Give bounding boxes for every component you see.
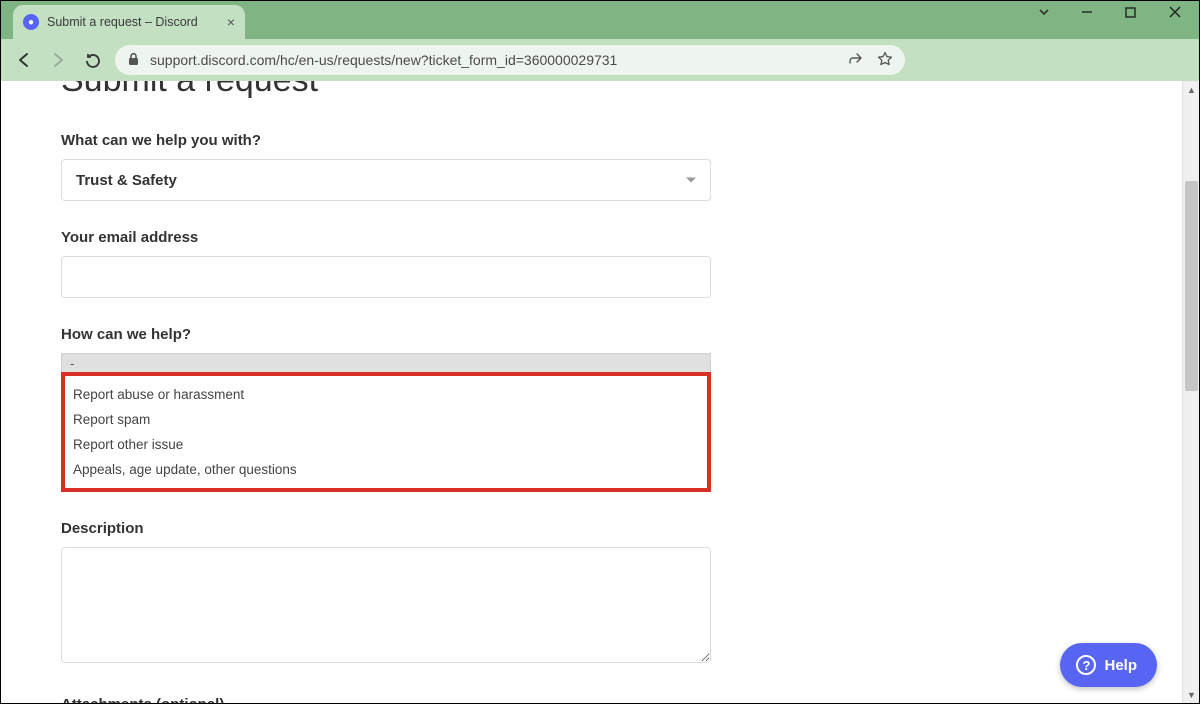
scroll-up-arrow-icon[interactable]: ▲ bbox=[1183, 81, 1199, 98]
help-question-icon: ? bbox=[1076, 655, 1096, 675]
what-help-value: Trust & Safety bbox=[76, 172, 177, 189]
tab-title: Submit a request – Discord bbox=[47, 15, 219, 29]
tab-strip: ● Submit a request – Discord × bbox=[1, 1, 1199, 39]
discord-favicon-icon: ● bbox=[23, 14, 39, 30]
description-textarea[interactable] bbox=[61, 547, 711, 663]
close-tab-icon[interactable]: × bbox=[227, 14, 235, 30]
how-help-option[interactable]: Report abuse or harassment bbox=[65, 382, 707, 407]
scroll-down-arrow-icon[interactable]: ▼ bbox=[1183, 686, 1199, 703]
browser-toolbar: support.discord.com/hc/en-us/requests/ne… bbox=[1, 39, 1199, 81]
minimize-button[interactable] bbox=[1081, 6, 1105, 18]
how-help-option[interactable]: Appeals, age update, other questions bbox=[65, 457, 707, 482]
email-input[interactable] bbox=[61, 256, 711, 298]
vertical-scrollbar[interactable]: ▲ ▼ bbox=[1182, 81, 1199, 703]
close-window-button[interactable] bbox=[1169, 6, 1193, 18]
page-content: Submit a request What can we help you wi… bbox=[1, 81, 1199, 703]
how-help-option[interactable]: Report other issue bbox=[65, 432, 707, 457]
how-help-label: How can we help? bbox=[61, 326, 1139, 343]
how-help-options-list: Report abuse or harassment Report spam R… bbox=[61, 372, 711, 492]
description-label: Description bbox=[61, 520, 1139, 537]
lock-icon bbox=[127, 52, 140, 69]
reload-button[interactable] bbox=[81, 49, 103, 71]
attachments-label: Attachments (optional) bbox=[61, 696, 1139, 703]
address-bar[interactable]: support.discord.com/hc/en-us/requests/ne… bbox=[115, 45, 905, 75]
browser-tab[interactable]: ● Submit a request – Discord × bbox=[13, 5, 245, 39]
how-help-selected[interactable]: - bbox=[61, 353, 711, 373]
what-help-select[interactable]: Trust & Safety bbox=[61, 159, 711, 201]
window-controls bbox=[1037, 5, 1193, 19]
email-label: Your email address bbox=[61, 229, 1139, 246]
bookmark-star-icon[interactable] bbox=[877, 51, 893, 70]
forward-button[interactable] bbox=[47, 49, 69, 71]
help-widget-button[interactable]: ? Help bbox=[1060, 643, 1157, 687]
url-text: support.discord.com/hc/en-us/requests/ne… bbox=[150, 52, 837, 68]
share-icon[interactable] bbox=[847, 51, 863, 70]
tabs-dropdown-icon[interactable] bbox=[1037, 5, 1061, 19]
how-help-option[interactable]: Report spam bbox=[65, 407, 707, 432]
page-title: Submit a request bbox=[61, 81, 1139, 100]
page-viewport: Submit a request What can we help you wi… bbox=[1, 81, 1199, 703]
how-help-select[interactable]: - Report abuse or harassment Report spam… bbox=[61, 353, 711, 492]
browser-chrome: ● Submit a request – Discord × support.d… bbox=[1, 1, 1199, 81]
help-widget-label: Help bbox=[1104, 657, 1137, 674]
back-button[interactable] bbox=[13, 49, 35, 71]
maximize-button[interactable] bbox=[1125, 7, 1149, 18]
scroll-thumb[interactable] bbox=[1185, 181, 1198, 391]
address-actions bbox=[847, 51, 893, 70]
what-help-label: What can we help you with? bbox=[61, 132, 1139, 149]
chevron-down-icon bbox=[686, 178, 696, 183]
